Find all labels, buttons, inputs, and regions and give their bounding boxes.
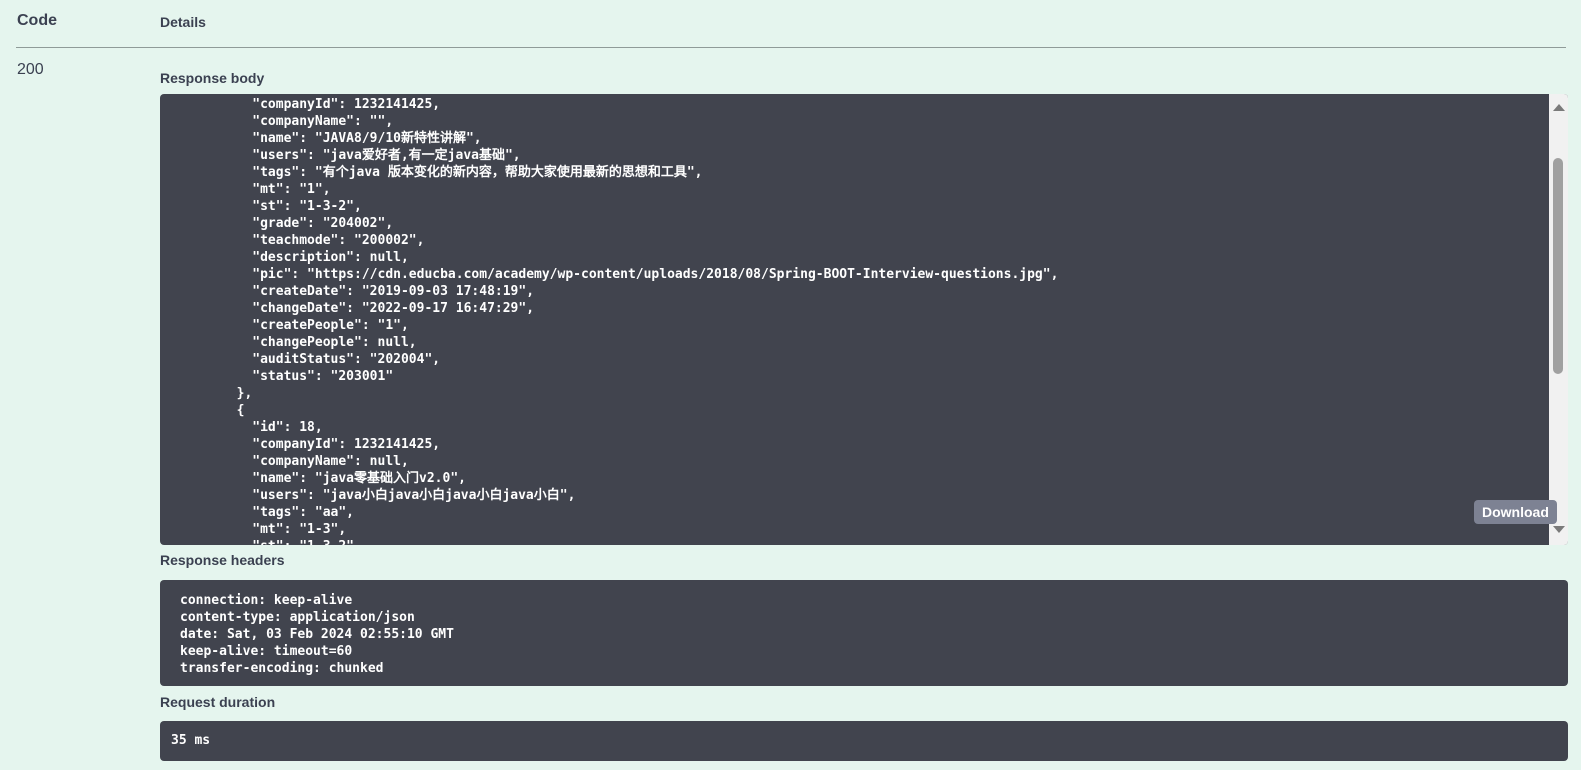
response-header-line: transfer-encoding: chunked	[180, 661, 384, 676]
scrollbar-thumb[interactable]	[1553, 158, 1563, 374]
request-duration-label: Request duration	[160, 694, 276, 710]
scroll-up-arrow-icon[interactable]	[1553, 104, 1565, 111]
response-headers-box: connection: keep-alive content-type: appl…	[160, 580, 1568, 686]
response-headers-label: Response headers	[160, 552, 285, 568]
details-column-header: Details	[160, 14, 206, 30]
response-body-content[interactable]: "companyId": 1232141425, "companyName": …	[160, 94, 1059, 545]
response-panel: Code Details 200 Response body "companyI…	[0, 0, 1581, 770]
response-body-label: Response body	[160, 70, 265, 86]
request-duration-value: 35 ms	[160, 721, 1568, 761]
scroll-down-arrow-icon[interactable]	[1553, 526, 1565, 533]
response-header-line: content-type: application/json	[180, 610, 415, 625]
response-header-line: keep-alive: timeout=60	[180, 644, 353, 659]
response-header-line: connection: keep-alive	[180, 593, 353, 608]
response-body-box[interactable]: "companyId": 1232141425, "companyName": …	[160, 94, 1568, 545]
header-divider	[16, 47, 1566, 48]
response-status-code: 200	[17, 61, 44, 78]
code-column-header: Code	[17, 12, 57, 29]
response-header-line: date: Sat, 03 Feb 2024 02:55:10 GMT	[180, 627, 454, 642]
response-body-scrollbar[interactable]	[1549, 94, 1568, 545]
download-button[interactable]: Download	[1474, 500, 1557, 524]
